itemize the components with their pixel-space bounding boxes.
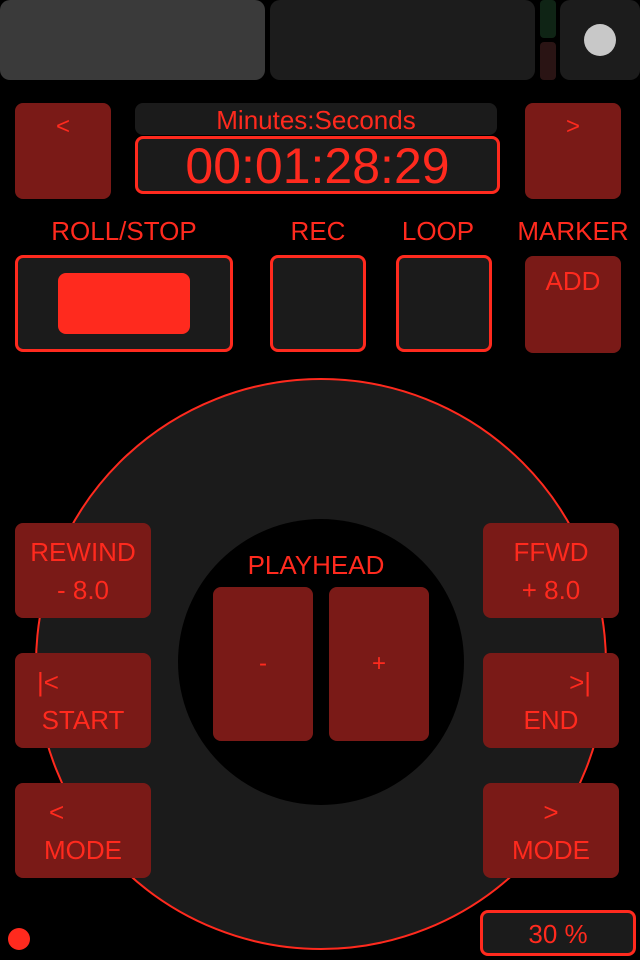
zoom-percent-display[interactable]: 30 % <box>480 910 636 956</box>
mode-next-button[interactable]: > MODE <box>483 783 619 878</box>
loop-button[interactable] <box>396 255 492 352</box>
playhead-minus-label: - <box>259 650 267 677</box>
roll-stop-indicator <box>58 273 190 334</box>
timecode-value: 00:01:28:29 <box>185 138 450 194</box>
ffwd-label: FFWD <box>513 536 589 567</box>
ffwd-button[interactable]: FFWD + 8.0 <box>483 523 619 618</box>
playhead-plus-label: + <box>371 650 386 677</box>
mode-next-icon: > <box>543 796 559 827</box>
rewind-label: REWIND <box>30 536 136 567</box>
rec-button[interactable] <box>270 255 366 352</box>
end-label: END <box>523 704 579 735</box>
zoom-percent-value: 30 % <box>528 919 588 949</box>
marker-add-button[interactable]: ADD <box>525 256 621 353</box>
time-mode-selector[interactable]: Minutes:Seconds <box>135 103 497 135</box>
end-button[interactable]: >| END <box>483 653 619 748</box>
time-mode-label: Minutes:Seconds <box>216 105 416 135</box>
rewind-amount: - 8.0 <box>56 574 110 605</box>
next-button[interactable]: > <box>525 103 621 199</box>
playhead-plus-button[interactable]: + <box>329 587 429 741</box>
start-icon: |< <box>37 666 59 697</box>
timecode-display: 00:01:28:29 <box>135 136 500 194</box>
ffwd-amount: + 8.0 <box>521 574 581 605</box>
connection-indicator-icon[interactable] <box>584 24 616 56</box>
mode-next-label: MODE <box>512 834 590 865</box>
level-meter-red <box>540 42 556 80</box>
record-status-icon <box>8 928 30 950</box>
status-panel-left <box>0 0 265 80</box>
loop-label: LOOP <box>401 216 475 246</box>
previous-button[interactable]: < <box>15 103 111 199</box>
start-label: START <box>41 704 125 735</box>
end-icon: >| <box>569 666 591 697</box>
status-panel-center <box>270 0 535 80</box>
next-label: > <box>565 113 580 140</box>
rewind-button[interactable]: REWIND - 8.0 <box>15 523 151 618</box>
playhead-minus-button[interactable]: - <box>213 587 313 741</box>
previous-label: < <box>55 113 70 140</box>
roll-stop-label: ROLL/STOP <box>51 216 197 246</box>
mode-prev-button[interactable]: < MODE <box>15 783 151 878</box>
mode-prev-icon: < <box>49 796 65 827</box>
marker-add-label: ADD <box>545 266 601 296</box>
mode-prev-label: MODE <box>44 834 122 865</box>
rec-label: REC <box>290 216 346 246</box>
level-meter-green <box>540 0 556 38</box>
start-button[interactable]: |< START <box>15 653 151 748</box>
marker-label: MARKER <box>517 216 629 246</box>
playhead-label: PLAYHEAD <box>247 550 385 580</box>
